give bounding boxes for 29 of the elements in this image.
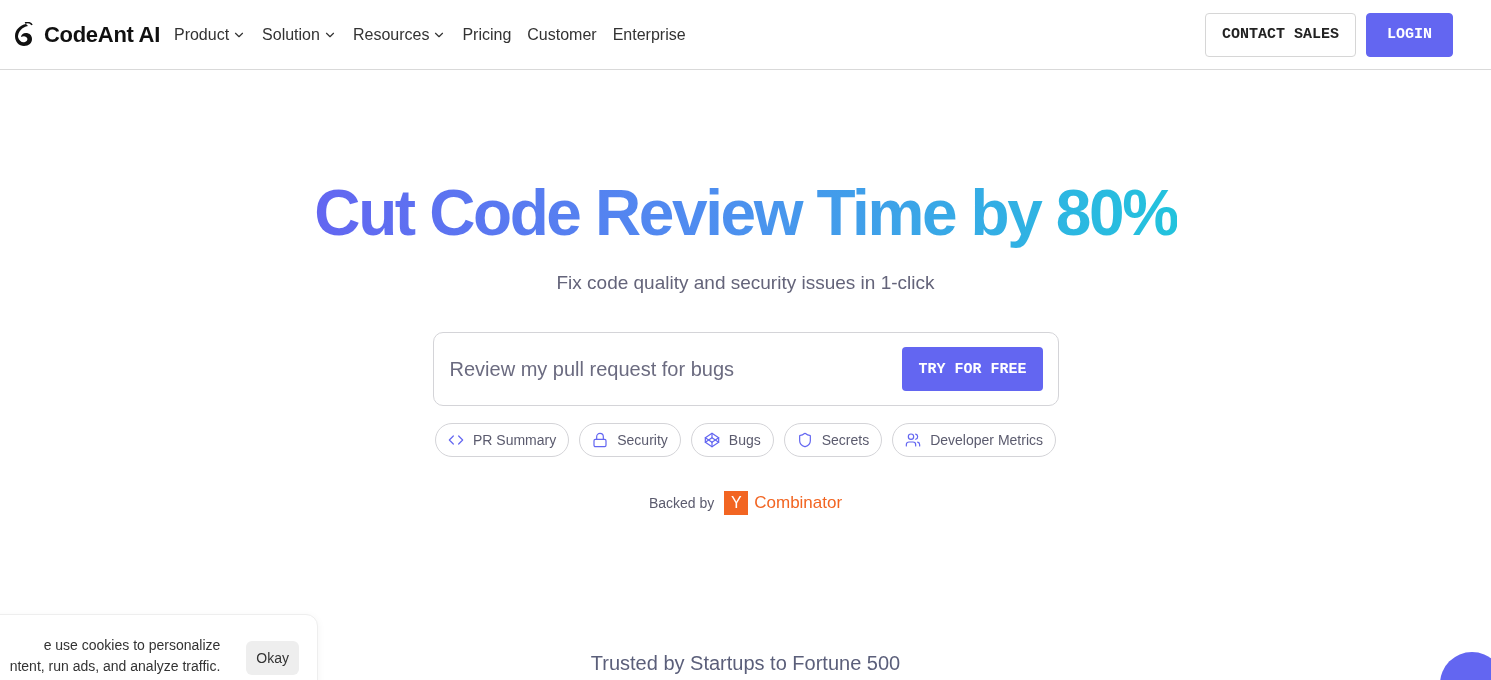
- nav-link[interactable]: Solution: [262, 25, 337, 44]
- combinator-name: Combinator: [754, 493, 843, 513]
- contact-sales-button[interactable]: CONTACT SALES: [1204, 12, 1356, 57]
- okay-button[interactable]: Okay: [246, 641, 299, 675]
- login-button[interactable]: LOGIN: [1366, 12, 1453, 57]
- try-for-free-button[interactable]: TRY FOR FREE: [902, 347, 1043, 391]
- prompt-field[interactable]: Review my pull request for bugs TRY FOR FREE: [432, 332, 1059, 406]
- shield-icon: [796, 432, 813, 448]
- users-icon: [905, 432, 922, 448]
- nav-link[interactable]: Resources: [352, 25, 447, 44]
- y-logo: Y: [724, 491, 749, 515]
- logo-icon: [12, 21, 36, 48]
- nav-link[interactable]: Pricing: [462, 25, 512, 44]
- lock-icon: [592, 432, 609, 448]
- feature-chip[interactable]: Developer Metrics: [892, 423, 1056, 457]
- cube-icon: [703, 432, 720, 448]
- nav-link[interactable]: Customer: [527, 25, 597, 44]
- trusted-heading: Trusted by Startups to Fortune 500: [590, 652, 901, 675]
- brand-name[interactable]: CodeAnt AI: [44, 21, 160, 48]
- feature-chip[interactable]: PR Summary: [435, 423, 570, 457]
- hero-subtitle: Fix code quality and security issues in 1-click: [556, 272, 935, 294]
- backed-by-label: Backed by: [648, 495, 715, 511]
- feature-chip[interactable]: Bugs: [690, 423, 774, 457]
- feature-chip[interactable]: Security: [579, 423, 681, 457]
- cookie-text: e use cookies to personalize ntent, run ads, and analyze traffic.: [8, 636, 222, 676]
- code-icon: [448, 432, 464, 448]
- nav-link[interactable]: Product: [173, 25, 247, 44]
- nav-link[interactable]: Enterprise: [612, 25, 686, 44]
- feature-chip[interactable]: Secrets: [783, 423, 883, 457]
